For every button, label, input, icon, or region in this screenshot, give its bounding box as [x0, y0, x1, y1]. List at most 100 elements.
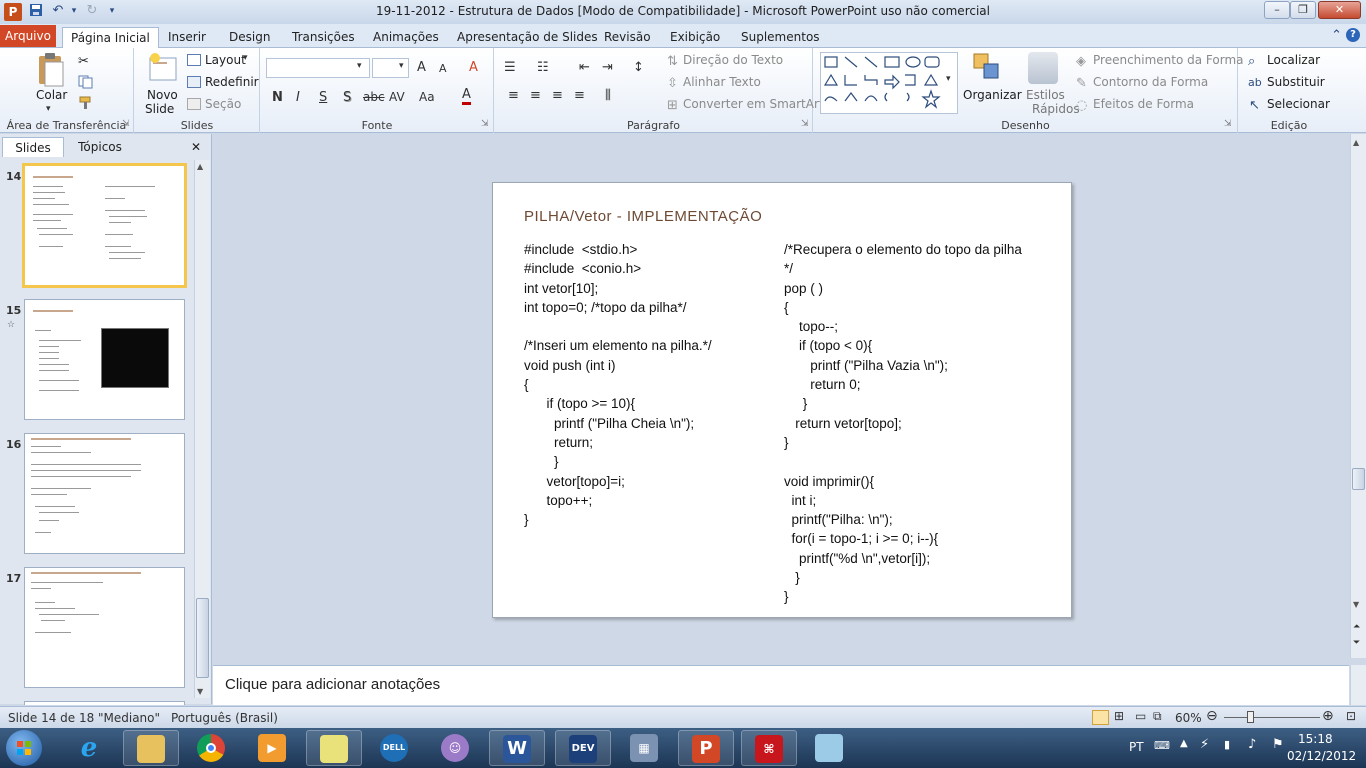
right-code-line[interactable]: printf("%d \n",vetor[i]);: [784, 549, 1022, 568]
left-code-line[interactable]: if (topo >= 10){: [524, 394, 712, 413]
layout-dropdown-icon[interactable]: ▾: [243, 53, 248, 63]
tab-animations[interactable]: Animações: [373, 27, 439, 48]
word-icon[interactable]: W: [489, 730, 545, 766]
paint-icon[interactable]: [802, 730, 858, 766]
left-code-line[interactable]: int vetor[10];: [524, 279, 712, 298]
align-right-icon[interactable]: ≡: [552, 88, 563, 103]
clear-format-button[interactable]: A: [469, 60, 478, 75]
previous-slide-icon[interactable]: ⏶: [1353, 622, 1360, 632]
paragraph-launcher-icon[interactable]: ⇲: [801, 119, 809, 129]
clipboard-launcher-icon[interactable]: ⇲: [122, 119, 130, 129]
help-icon[interactable]: ?: [1346, 28, 1360, 42]
quick-styles-icon[interactable]: [1028, 52, 1058, 84]
volume-icon[interactable]: ♪: [1248, 737, 1256, 752]
close-button[interactable]: ✕: [1318, 1, 1361, 19]
left-code-line[interactable]: [524, 317, 712, 336]
tab-outline-panel[interactable]: Tópicos: [66, 137, 134, 157]
slide-thumbnail-14[interactable]: [22, 163, 187, 288]
zoom-level[interactable]: 60%: [1175, 711, 1202, 725]
align-left-icon[interactable]: ≡: [508, 88, 519, 103]
left-code-line[interactable]: vetor[topo]=i;: [524, 472, 712, 491]
theme-name[interactable]: "Mediano": [98, 711, 160, 725]
new-slide-icon[interactable]: [147, 52, 179, 87]
shape-outline-button[interactable]: Contorno da Forma: [1093, 75, 1208, 89]
bullets-icon[interactable]: ☰: [504, 60, 516, 75]
columns-icon[interactable]: ⫼: [605, 88, 611, 103]
increase-indent-icon[interactable]: ⇥: [602, 60, 613, 75]
text-direction-button[interactable]: Direção do Texto: [683, 53, 783, 67]
paste-dropdown-icon[interactable]: ▾: [46, 104, 51, 114]
zoom-out-icon[interactable]: ⊖: [1206, 708, 1218, 724]
normal-view-icon[interactable]: [1092, 710, 1109, 725]
internet-explorer-icon[interactable]: e: [62, 730, 118, 766]
editor-scroll-thumb[interactable]: [1352, 468, 1365, 490]
tab-transitions[interactable]: Transições: [292, 27, 355, 48]
reset-button[interactable]: Redefinir: [205, 75, 259, 89]
section-button[interactable]: Seção: [205, 97, 241, 111]
panel-scroll-thumb[interactable]: [196, 598, 209, 678]
clock-date[interactable]: 02/12/2012: [1287, 749, 1356, 763]
align-center-icon[interactable]: ≡: [530, 88, 541, 103]
chrome-icon[interactable]: [184, 730, 240, 766]
reset-icon[interactable]: [187, 76, 201, 88]
shape-effects-button[interactable]: Efeitos de Forma: [1093, 97, 1194, 111]
slide-sorter-icon[interactable]: ⊞: [1114, 709, 1124, 723]
tab-home[interactable]: Página Inicial: [62, 27, 159, 48]
layout-icon[interactable]: [187, 54, 201, 66]
slideshow-view-icon[interactable]: ⧉: [1153, 709, 1162, 724]
numbering-icon[interactable]: ☷: [537, 60, 549, 75]
language-status[interactable]: Português (Brasil): [171, 711, 278, 725]
shapes-more-icon[interactable]: ▾: [946, 74, 951, 84]
tab-insert[interactable]: Inserir: [168, 27, 206, 48]
right-code-line[interactable]: }: [784, 587, 1022, 606]
justify-icon[interactable]: ≡: [574, 88, 585, 103]
right-code-line[interactable]: topo--;: [784, 317, 1022, 336]
tab-slides-panel[interactable]: Slides: [2, 137, 64, 157]
paste-label[interactable]: Colar: [36, 88, 67, 102]
collapse-ribbon-icon[interactable]: ⌃: [1331, 28, 1342, 43]
action-center-icon[interactable]: ⚑: [1272, 737, 1284, 752]
replace-icon[interactable]: ab: [1248, 76, 1262, 89]
right-code-line[interactable]: return 0;: [784, 375, 1022, 394]
italic-button[interactable]: I: [296, 90, 300, 105]
left-code-line[interactable]: int topo=0; /*topo da pilha*/: [524, 298, 712, 317]
reading-view-icon[interactable]: ▭: [1135, 709, 1146, 723]
notes-pane[interactable]: Clique para adicionar anotações: [213, 665, 1349, 705]
right-code-line[interactable]: {: [784, 298, 1022, 317]
drawing-launcher-icon[interactable]: ⇲: [1224, 119, 1232, 129]
right-code-line[interactable]: }: [784, 433, 1022, 452]
select-icon[interactable]: ↖: [1249, 98, 1260, 113]
restore-button[interactable]: ❐: [1290, 1, 1316, 19]
right-code-line[interactable]: if (topo < 0){: [784, 336, 1022, 355]
left-code-line[interactable]: printf ("Pilha Cheia \n");: [524, 414, 712, 433]
font-family-combo[interactable]: [266, 58, 370, 78]
left-code-line[interactable]: void push (int i): [524, 356, 712, 375]
slide-canvas[interactable]: PILHA/Vetor - IMPLEMENTAÇÃO #include <st…: [492, 182, 1072, 618]
paste-icon[interactable]: [36, 52, 66, 91]
strikethrough-button[interactable]: abc: [363, 90, 385, 104]
messenger-icon[interactable]: ☺: [428, 730, 484, 766]
slide-thumbnail-17[interactable]: [24, 567, 185, 688]
arrange-icon[interactable]: [972, 52, 1002, 85]
power-icon[interactable]: ⚡: [1200, 737, 1209, 752]
new-slide-label-1[interactable]: Novo: [147, 88, 178, 102]
panel-scrollbar[interactable]: ▲ ▼: [194, 160, 210, 698]
right-code-line[interactable]: }: [784, 394, 1022, 413]
left-code-line[interactable]: topo++;: [524, 491, 712, 510]
right-code-line[interactable]: printf ("Pilha Vazia \n");: [784, 356, 1022, 375]
cut-icon[interactable]: ✂: [78, 54, 89, 69]
left-code-line[interactable]: #include <stdio.h>: [524, 240, 712, 259]
right-code-block[interactable]: /*Recupera o elemento do topo da pilha */…: [784, 240, 1022, 607]
right-code-line[interactable]: */: [784, 259, 1022, 278]
line-spacing-icon[interactable]: ↕: [633, 60, 644, 75]
layout-button[interactable]: Layout: [205, 53, 246, 67]
sticky-notes-icon[interactable]: [306, 730, 362, 766]
format-painter-icon[interactable]: [78, 96, 94, 113]
tab-slideshow[interactable]: Apresentação de Slides: [457, 27, 598, 48]
zoom-slider[interactable]: [1224, 717, 1320, 718]
right-code-line[interactable]: for(i = topo-1; i >= 0; i--){: [784, 529, 1022, 548]
arrange-button[interactable]: Organizar: [963, 88, 1022, 102]
find-button[interactable]: Localizar: [1267, 53, 1320, 67]
grow-font-button[interactable]: A: [417, 60, 426, 75]
windows-explorer-icon[interactable]: [123, 730, 179, 766]
